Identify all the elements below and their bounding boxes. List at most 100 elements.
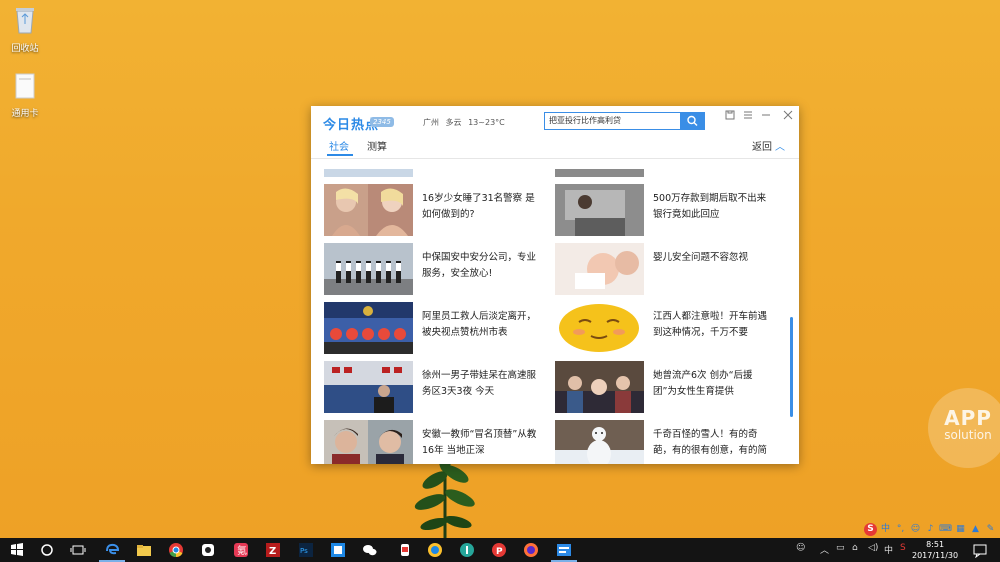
- task-view-icon[interactable]: [70, 542, 86, 558]
- scrollbar-thumb[interactable]: [790, 317, 793, 417]
- minimize-icon: [762, 114, 770, 116]
- tab-calc[interactable]: 测算: [367, 138, 387, 153]
- chrome-icon[interactable]: [168, 542, 184, 558]
- microphone-icon[interactable]: ♪: [924, 523, 937, 536]
- minimize-button[interactable]: [759, 108, 773, 122]
- ime-language[interactable]: 中: [884, 543, 893, 556]
- search-input[interactable]: [544, 112, 688, 130]
- news-item[interactable]: 阿里员工救人后淡定离开，被央视点赞杭州市表: [324, 302, 544, 354]
- notification-icon[interactable]: [972, 542, 988, 558]
- app-icon[interactable]: 氪: [233, 542, 249, 558]
- start-icon[interactable]: [9, 542, 25, 558]
- close-button[interactable]: [781, 108, 795, 122]
- ime-mode[interactable]: 中: [879, 523, 892, 536]
- news-item[interactable]: 安徽一教师“冒名顶替”从教16年 当地正深: [324, 420, 544, 464]
- app-icon[interactable]: [200, 542, 216, 558]
- keyboard-icon[interactable]: ⌨: [939, 523, 952, 536]
- svg-text:Z: Z: [269, 546, 276, 557]
- watermark-line1: APP: [944, 406, 992, 430]
- clock-time: 8:51: [926, 540, 945, 549]
- sogou-logo-icon[interactable]: S: [864, 522, 877, 536]
- app-icon[interactable]: [459, 542, 475, 558]
- weather-info[interactable]: 广州 多云 13~23°C: [423, 117, 505, 128]
- back-button[interactable]: 返回 ︿: [752, 138, 785, 153]
- news-thumbnail: [555, 302, 644, 354]
- news-title: 江西人都注意啦！开车前遇到这种情况，千万不要: [653, 311, 768, 338]
- volume-icon[interactable]: ◁): [868, 543, 878, 553]
- skin-button[interactable]: [723, 108, 737, 122]
- app-solution-watermark: APP solution: [928, 388, 1000, 468]
- news-item[interactable]: 16岁少女睡了31名警察 是如何做到的?: [324, 184, 544, 236]
- news-title: 500万存款到期后取不出来 银行竟如此回应: [653, 193, 767, 220]
- news-item[interactable]: 500万存款到期后取不出来 银行竟如此回应: [555, 184, 775, 236]
- news-thumbnail: [324, 361, 413, 413]
- news-title: 16岁少女睡了31名警察 是如何做到的?: [422, 193, 535, 220]
- back-label: 返回: [752, 142, 772, 153]
- people-icon[interactable]: ☺: [796, 543, 805, 553]
- search-icon: [687, 115, 698, 126]
- news-item[interactable]: 江西人都注意啦！开车前遇到这种情况，千万不要: [555, 302, 775, 354]
- watermark-line2: solution: [944, 428, 992, 442]
- cortana-icon[interactable]: [39, 542, 55, 558]
- news-title: 千奇百怪的雪人！有的奇葩，有的很有创意，有的简: [653, 429, 768, 456]
- photoshop-icon[interactable]: Ps: [298, 542, 314, 558]
- desktop-icon-recycle-bin[interactable]: 回收站: [0, 5, 50, 54]
- battery-icon[interactable]: ▭: [836, 543, 845, 553]
- edge-icon[interactable]: [104, 542, 120, 558]
- network-icon[interactable]: ⌂: [852, 543, 858, 553]
- ime-toolbar: S 中 °, ☺ ♪ ⌨ ▦ ▲ ✎: [864, 520, 1000, 538]
- file-explorer-icon[interactable]: [136, 542, 152, 558]
- svg-text:氪: 氪: [237, 544, 247, 557]
- chevron-up-icon: ︿: [775, 142, 785, 153]
- tab-society[interactable]: 社会: [329, 138, 349, 153]
- news-thumbnail: [555, 420, 644, 464]
- news-thumbnail: [555, 184, 644, 236]
- app-icon[interactable]: P: [491, 542, 507, 558]
- menu-button[interactable]: [741, 108, 755, 122]
- app-icon[interactable]: [427, 542, 443, 558]
- close-icon: [783, 110, 793, 120]
- grid-icon[interactable]: ▦: [954, 523, 967, 536]
- news-thumbnail: [324, 420, 413, 464]
- news-window: 今日热点 2345 广州 多云 13~23°C 社会 测算: [311, 106, 799, 464]
- desktop-icon-label: 通用卡: [11, 109, 39, 119]
- recycle-bin-icon: [16, 8, 34, 34]
- news-thumbnail: [555, 243, 644, 295]
- news-thumbnail: [324, 184, 413, 236]
- news-item[interactable]: 她曾流产6次 创办“后援团”为女性生育提供: [555, 361, 775, 413]
- chevron-up-icon[interactable]: ︿: [820, 543, 829, 556]
- app-icon[interactable]: [330, 542, 346, 558]
- app-icon[interactable]: [397, 542, 413, 558]
- filezilla-icon[interactable]: Z: [265, 542, 281, 558]
- desktop-icon-folder[interactable]: 通用卡: [0, 70, 50, 119]
- svg-text:P: P: [496, 547, 503, 557]
- app-icon[interactable]: [556, 542, 572, 558]
- news-title: 中保国安中安分公司，专业服务，安全放心!: [422, 252, 537, 279]
- news-item[interactable]: 婴儿安全问题不容忽视: [555, 243, 775, 295]
- wechat-icon[interactable]: [362, 542, 378, 558]
- punctuation-icon[interactable]: °,: [894, 523, 907, 536]
- news-title: 阿里员工救人后淡定离开，被央视点赞杭州市表: [422, 311, 537, 338]
- weather-condition: 多云: [445, 118, 462, 127]
- system-clock[interactable]: 8:51 2017/11/30: [912, 539, 958, 561]
- news-feed: 16岁少女睡了31名警察 是如何做到的? 500万存款到期后取不出来 银行竟如此…: [311, 159, 799, 464]
- news-thumbnail: [324, 243, 413, 295]
- news-item[interactable]: 徐州一男子带娃呆在高速服务区3天3夜 今天: [324, 361, 544, 413]
- partial-thumbnail: [324, 169, 413, 177]
- tools-icon[interactable]: ✎: [984, 523, 997, 536]
- news-item[interactable]: 中保国安中安分公司，专业服务，安全放心!: [324, 243, 544, 295]
- news-item[interactable]: 千奇百怪的雪人！有的奇葩，有的很有创意，有的简: [555, 420, 775, 464]
- window-header: 今日热点 2345 广州 多云 13~23°C 社会 测算: [311, 106, 799, 159]
- news-thumbnail: [555, 361, 644, 413]
- clock-date: 2017/11/30: [912, 551, 959, 560]
- svg-text:Ps: Ps: [300, 547, 308, 555]
- firefox-icon[interactable]: [523, 542, 539, 558]
- news-title: 安徽一教师“冒名顶替”从教16年 当地正深: [422, 429, 537, 456]
- emoji-icon[interactable]: ☺: [909, 523, 922, 536]
- skin-icon[interactable]: ▲: [969, 523, 982, 536]
- weather-city: 广州: [423, 118, 439, 127]
- sogou-tray-icon[interactable]: S: [900, 543, 906, 553]
- search-button[interactable]: [680, 112, 705, 130]
- partial-thumbnail: [555, 169, 644, 177]
- news-title: 婴儿安全问题不容忽视: [653, 252, 749, 263]
